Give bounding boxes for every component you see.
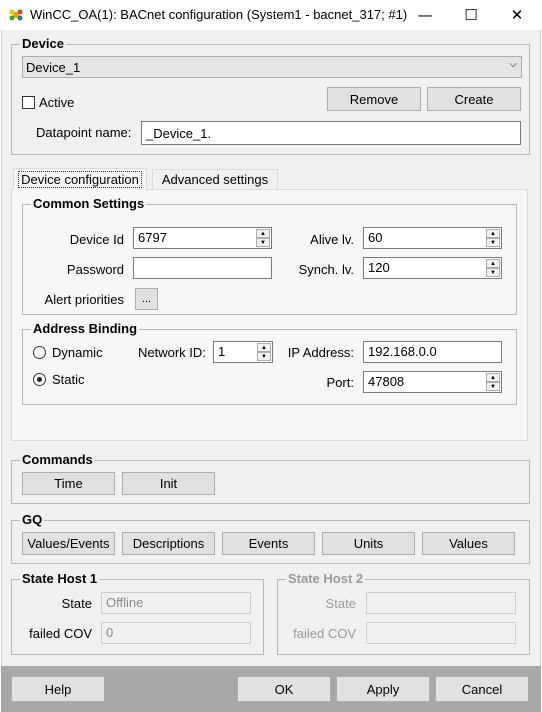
host2-state-field bbox=[366, 592, 516, 614]
password-label: Password bbox=[66, 262, 124, 277]
app-icon bbox=[9, 9, 23, 21]
tab-device-configuration-label: Device configuration bbox=[18, 171, 142, 188]
device-id-spinner[interactable]: ▲ ▼ bbox=[256, 229, 270, 247]
host2-failed-cov-field bbox=[366, 622, 516, 644]
alert-priorities-label: Alert priorities bbox=[44, 292, 124, 307]
spin-up-icon[interactable]: ▲ bbox=[256, 229, 270, 238]
network-id-label: Network ID: bbox=[138, 345, 206, 360]
spin-down-icon[interactable]: ▼ bbox=[486, 382, 500, 391]
port-value: 47808 bbox=[368, 374, 405, 389]
host1-state-label: State bbox=[61, 596, 92, 611]
device-id-spinbox[interactable]: 6797 ▲ ▼ bbox=[133, 227, 272, 249]
create-button[interactable]: Create bbox=[427, 87, 521, 111]
descriptions-button[interactable]: Descriptions bbox=[122, 532, 215, 555]
units-button[interactable]: Units bbox=[322, 532, 415, 555]
device-group-title: Device bbox=[20, 36, 66, 51]
spin-up-icon[interactable]: ▲ bbox=[486, 373, 500, 382]
device-select-value: Device_1 bbox=[26, 60, 81, 75]
synch-level-value: 120 bbox=[368, 260, 390, 275]
dynamic-label: Dynamic bbox=[52, 345, 103, 360]
minimize-button[interactable]: — bbox=[402, 0, 448, 30]
tab-advanced-settings[interactable]: Advanced settings bbox=[152, 169, 278, 189]
port-spinbox[interactable]: 47808 ▲ ▼ bbox=[363, 371, 502, 393]
host1-failed-cov-label: failed COV bbox=[29, 626, 92, 641]
tab-device-configuration[interactable]: Device configuration bbox=[13, 168, 147, 190]
datapoint-name-label: Datapoint name: bbox=[36, 125, 132, 140]
spin-down-icon[interactable]: ▼ bbox=[486, 268, 500, 277]
port-label: Port: bbox=[326, 375, 354, 390]
alive-level-value: 60 bbox=[368, 230, 383, 245]
active-label: Active bbox=[39, 95, 75, 110]
password-field[interactable] bbox=[133, 257, 272, 279]
alive-level-spinbox[interactable]: 60 ▲ ▼ bbox=[363, 227, 502, 249]
alert-priorities-button[interactable]: ... bbox=[135, 288, 158, 310]
synch-level-spinbox[interactable]: 120 ▲ ▼ bbox=[363, 257, 502, 279]
active-checkbox[interactable] bbox=[22, 96, 35, 109]
state-host-2-title: State Host 2 bbox=[286, 571, 366, 586]
state-host-1-title: State Host 1 bbox=[20, 571, 100, 586]
spin-up-icon[interactable]: ▲ bbox=[486, 229, 500, 238]
device-id-label: Device Id bbox=[69, 232, 124, 247]
spin-up-icon[interactable]: ▲ bbox=[257, 343, 271, 352]
datapoint-name-field[interactable]: _Device_1. bbox=[141, 121, 521, 145]
ok-button[interactable]: OK bbox=[237, 676, 331, 702]
alive-level-label: Alive lv. bbox=[310, 232, 354, 247]
values-events-button[interactable]: Values/Events bbox=[22, 532, 115, 555]
host1-failed-cov-field: 0 bbox=[101, 622, 251, 644]
spin-down-icon[interactable]: ▼ bbox=[256, 238, 270, 247]
spin-up-icon[interactable]: ▲ bbox=[486, 259, 500, 268]
network-id-value: 1 bbox=[218, 344, 226, 359]
gq-title: GQ bbox=[20, 512, 45, 527]
port-spinner[interactable]: ▲ ▼ bbox=[486, 373, 500, 391]
window-title: WinCC_OA(1): BACnet configuration (Syste… bbox=[30, 7, 408, 22]
static-label: Static bbox=[52, 372, 85, 387]
network-id-spinner[interactable]: ▲ ▼ bbox=[257, 343, 271, 361]
network-id-spinbox[interactable]: 1 ▲ ▼ bbox=[213, 341, 273, 363]
device-id-value: 6797 bbox=[138, 230, 167, 245]
synch-level-label: Synch. lv. bbox=[298, 262, 354, 277]
events-button[interactable]: Events bbox=[222, 532, 315, 555]
address-binding-title: Address Binding bbox=[31, 321, 140, 336]
apply-button[interactable]: Apply bbox=[336, 676, 430, 702]
synch-level-spinner[interactable]: ▲ ▼ bbox=[486, 259, 500, 277]
help-button[interactable]: Help bbox=[11, 676, 105, 702]
init-button[interactable]: Init bbox=[122, 472, 215, 495]
time-button[interactable]: Time bbox=[22, 472, 115, 495]
remove-button[interactable]: Remove bbox=[327, 87, 421, 111]
dynamic-radio[interactable] bbox=[33, 346, 46, 359]
common-settings-title: Common Settings bbox=[31, 196, 147, 211]
spin-down-icon[interactable]: ▼ bbox=[257, 352, 271, 361]
maximize-button[interactable]: ☐ bbox=[448, 0, 494, 30]
host2-state-label: State bbox=[325, 596, 356, 611]
spin-down-icon[interactable]: ▼ bbox=[486, 238, 500, 247]
chevron-down-icon: ⌵ bbox=[509, 59, 517, 70]
alive-level-spinner[interactable]: ▲ ▼ bbox=[486, 229, 500, 247]
device-select[interactable]: Device_1 ⌵ bbox=[22, 56, 522, 78]
ip-address-field[interactable]: 192.168.0.0 bbox=[363, 341, 502, 363]
host2-failed-cov-label: failed COV bbox=[293, 626, 356, 641]
commands-title: Commands bbox=[20, 452, 95, 467]
title-bar: WinCC_OA(1): BACnet configuration (Syste… bbox=[0, 0, 542, 30]
close-button[interactable]: ✕ bbox=[494, 0, 540, 30]
cancel-button[interactable]: Cancel bbox=[435, 676, 529, 702]
static-radio[interactable] bbox=[33, 373, 46, 386]
ip-address-label: IP Address: bbox=[287, 345, 354, 360]
values-button[interactable]: Values bbox=[422, 532, 515, 555]
host1-state-field: Offline bbox=[101, 592, 251, 614]
